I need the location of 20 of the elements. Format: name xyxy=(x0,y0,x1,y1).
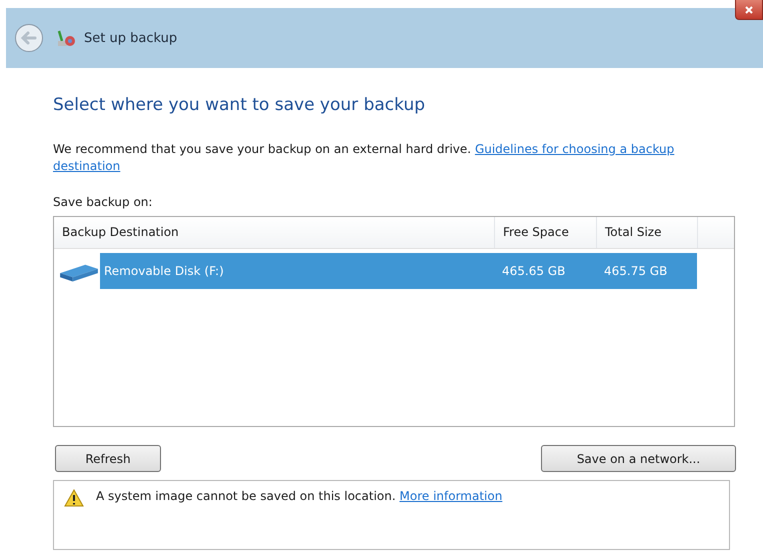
list-label: Save backup on: xyxy=(53,195,154,209)
message-text: A system image cannot be saved on this location. More information xyxy=(96,488,502,505)
warning-icon xyxy=(64,489,84,507)
column-header[interactable]: Total Size xyxy=(597,217,698,248)
intro-text: We recommend that you save your backup on an external hard drive. Guidelines for choosing a backup destination xyxy=(53,141,676,175)
column-header[interactable]: Free Space xyxy=(495,217,597,248)
close-icon xyxy=(744,4,754,14)
save-on-network-button[interactable]: Save on a network... xyxy=(541,445,736,472)
backup-icon xyxy=(56,28,76,48)
more-information-link[interactable]: More information xyxy=(400,489,502,503)
refresh-button[interactable]: Refresh xyxy=(55,445,161,472)
close-button[interactable] xyxy=(735,0,763,20)
window-title: Set up backup xyxy=(84,30,178,46)
page-heading: Select where you want to save your backup xyxy=(53,95,426,117)
table-cell-text: 465.75 GB xyxy=(603,264,668,278)
guidelines-link[interactable]: destination xyxy=(53,159,120,173)
column-header[interactable]: Backup Destination xyxy=(54,217,495,248)
table-cell-text: 465.65 GB xyxy=(501,264,566,278)
guidelines-link[interactable]: Guidelines for choosing a backup xyxy=(474,142,674,156)
table-cell-text: Removable Disk (F:) xyxy=(103,264,225,278)
